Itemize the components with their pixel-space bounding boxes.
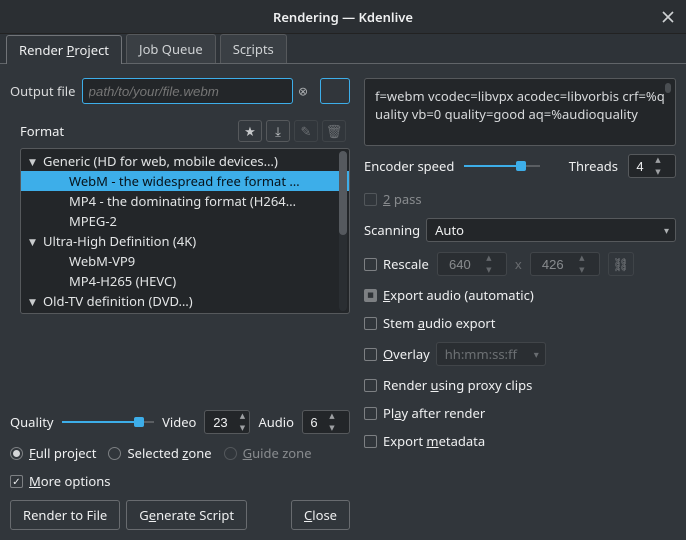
tab-scripts[interactable]: Scripts (220, 34, 287, 63)
spin-up-icon[interactable]: ▲ (575, 252, 589, 264)
aspect-lock-button[interactable]: ⛓ (608, 252, 634, 276)
radio-full-project[interactable]: Full project (10, 444, 96, 462)
encoder-speed-label: Encoder speed (364, 157, 454, 175)
encoder-params-box[interactable]: f=webm vcodec=libvpx acodec=libvorbis cr… (364, 78, 676, 146)
render-to-file-button[interactable]: Render to File (10, 500, 120, 530)
spin-up-icon[interactable]: ▲ (325, 410, 339, 422)
scanning-select[interactable]: Auto (426, 218, 676, 242)
checkbox-stem-audio[interactable]: Stem audio export (364, 314, 676, 332)
radio-guide-zone[interactable]: Guide zone (224, 444, 312, 462)
tree-group-uhd[interactable]: ▼Ultra-High Definition (4K) (21, 231, 349, 251)
star-icon: ★ (244, 122, 256, 140)
spin-up-icon[interactable]: ▲ (235, 410, 249, 422)
checkbox-proxy[interactable]: Render using proxy clips (364, 376, 676, 394)
chevron-down-icon: ▼ (29, 235, 43, 248)
scrollbar-thumb[interactable] (339, 151, 347, 235)
format-tree-scrollbar[interactable] (339, 151, 347, 311)
threads-label: Threads (569, 157, 618, 175)
clear-input-icon[interactable]: ⊗ (298, 83, 308, 100)
checkbox-overlay[interactable]: Overlay (364, 345, 430, 363)
audio-quality-spinner[interactable]: ▲▼ (302, 410, 350, 434)
spin-down-icon[interactable]: ▼ (325, 422, 339, 434)
tree-item-vob[interactable]: VOB (DVD) (21, 311, 349, 314)
pencil-icon: ✎ (301, 122, 312, 140)
tree-item-mp4h265[interactable]: MP4-H265 (HEVC) (21, 271, 349, 291)
tree-item-mpeg2[interactable]: MPEG-2 (21, 211, 349, 231)
rescale-height-input[interactable] (531, 253, 575, 275)
rescale-width-input[interactable] (438, 253, 482, 275)
browse-button[interactable] (320, 78, 350, 104)
output-file-row: Output file ⊗ (10, 78, 350, 104)
audio-quality-input[interactable] (303, 411, 325, 433)
spin-down-icon[interactable]: ▼ (575, 264, 589, 276)
format-panel: Format ★ ⤓ ✎ 🗑 ▼Generic (HD for web, mob… (10, 114, 350, 400)
checkbox-more-options[interactable]: More options (10, 472, 350, 490)
close-icon (662, 11, 674, 23)
checkbox-play-after[interactable]: Play after render (364, 404, 676, 422)
tree-group-oldtv[interactable]: ▼Old-TV definition (DVD…) (21, 291, 349, 311)
quality-slider[interactable] (62, 415, 155, 429)
dimension-x: x (515, 255, 522, 273)
tab-render-project[interactable]: Render Project (6, 35, 122, 64)
download-preset-button[interactable]: ⤓ (266, 120, 290, 142)
delete-preset-button[interactable]: 🗑 (322, 120, 346, 142)
folder-icon (328, 85, 342, 97)
checkbox-export-audio[interactable]: Export audio (automatic) (364, 286, 676, 304)
spin-up-icon[interactable]: ▲ (482, 252, 496, 264)
spin-down-icon[interactable]: ▼ (482, 264, 496, 276)
checkbox-export-metadata[interactable]: Export metadata (364, 432, 676, 450)
format-label: Format (20, 122, 64, 140)
tree-group-generic[interactable]: ▼Generic (HD for web, mobile devices…) (21, 151, 349, 171)
params-scrollbar[interactable] (665, 83, 671, 93)
quality-label: Quality (10, 413, 54, 431)
rescale-height-spinner[interactable]: ▲▼ (530, 252, 600, 276)
spin-up-icon[interactable]: ▲ (651, 154, 665, 166)
checkbox-two-pass[interactable]: 2 pass (364, 190, 676, 208)
output-file-input[interactable] (82, 78, 293, 104)
video-quality-input[interactable] (205, 411, 235, 433)
close-button[interactable]: Close (291, 500, 350, 530)
radio-selected-zone[interactable]: Selected zone (108, 444, 211, 462)
tree-item-webmvp9[interactable]: WebM-VP9 (21, 251, 349, 271)
chevron-down-icon: ▼ (29, 155, 43, 168)
trash-icon: 🗑 (326, 122, 343, 140)
video-quality-spinner[interactable]: ▲▼ (204, 410, 250, 434)
download-icon: ⤓ (275, 122, 281, 140)
window-title: Rendering — Kdenlive (273, 8, 413, 26)
spin-down-icon[interactable]: ▼ (235, 422, 249, 434)
tab-job-queue[interactable]: Job Queue (126, 34, 216, 63)
format-tree[interactable]: ▼Generic (HD for web, mobile devices…) W… (20, 148, 350, 314)
threads-spinner[interactable]: ▲▼ (628, 154, 676, 178)
output-file-label: Output file (10, 82, 76, 100)
scanning-label: Scanning (364, 221, 420, 239)
encoder-params-text: f=webm vcodec=libvpx acodec=libvorbis cr… (375, 87, 665, 123)
tab-bar: Render Project Job Queue Scripts (0, 34, 686, 64)
audio-label: Audio (258, 413, 294, 431)
generate-script-button[interactable]: Generate Script (126, 500, 247, 530)
favorite-button[interactable]: ★ (238, 120, 262, 142)
tree-item-mp4[interactable]: MP4 - the dominating format (H264… (21, 191, 349, 211)
checkbox-rescale[interactable]: Rescale (364, 255, 429, 273)
window-close-button[interactable] (658, 7, 678, 27)
video-label: Video (162, 413, 196, 431)
link-icon: ⛓ (613, 255, 630, 273)
tree-item-webm[interactable]: WebM - the widespread free format … (21, 171, 349, 191)
chevron-down-icon: ▼ (29, 295, 43, 308)
encoder-speed-slider[interactable] (464, 159, 540, 173)
title-bar: Rendering — Kdenlive (0, 0, 686, 34)
spin-down-icon[interactable]: ▼ (651, 166, 665, 178)
threads-input[interactable] (629, 155, 651, 177)
rescale-width-spinner[interactable]: ▲▼ (437, 252, 507, 276)
edit-preset-button[interactable]: ✎ (294, 120, 318, 142)
overlay-select[interactable]: hh:mm:ss:ff (436, 342, 546, 366)
